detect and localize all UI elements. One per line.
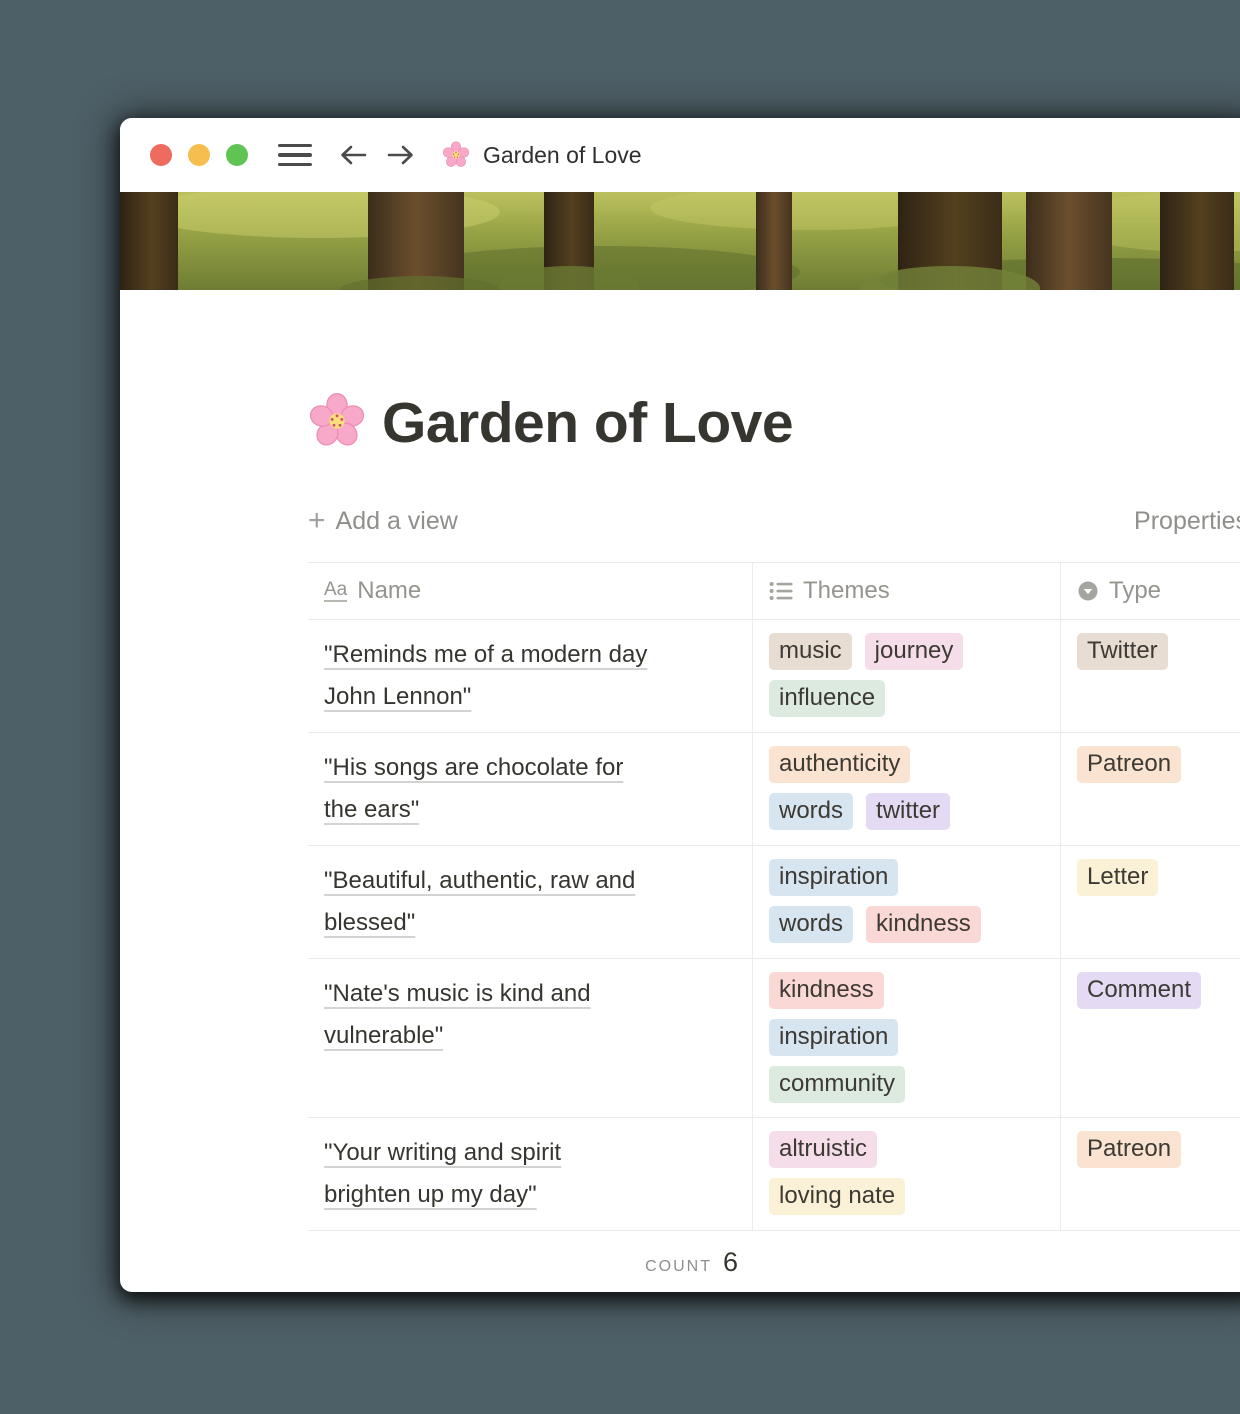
select-icon [1077, 580, 1099, 602]
count-label: COUNT [645, 1258, 712, 1276]
name-cell[interactable]: "Reminds me of a modern dayJohn Lennon" [308, 620, 752, 732]
tag-line: words twitter [769, 793, 1044, 830]
theme-tag: kindness [866, 906, 981, 943]
theme-tag: authenticity [769, 746, 910, 783]
type-cell[interactable]: Twitter [1060, 620, 1240, 732]
themes-cell[interactable]: altruistic loving nate [752, 1118, 1060, 1230]
name-cell[interactable]: "Beautiful, authentic, raw andblessed" [308, 846, 752, 958]
page-title-text[interactable]: Garden of Love [382, 390, 793, 456]
type-cell[interactable]: Patreon [1060, 1118, 1240, 1230]
tag-line: altruistic [769, 1131, 1044, 1168]
page-link-text[interactable]: "Beautiful, authentic, raw and [324, 860, 736, 902]
page-link-text[interactable]: "Reminds me of a modern day [324, 634, 736, 676]
tag-line: loving nate [769, 1178, 1044, 1215]
type-tag: Twitter [1077, 633, 1168, 670]
close-window-button[interactable] [150, 144, 172, 166]
type-cell[interactable]: Comment [1060, 959, 1240, 1117]
back-arrow-icon[interactable] [338, 143, 368, 167]
type-tag: Patreon [1077, 1131, 1181, 1168]
count-aggregate[interactable]: COUNT 6 [308, 1231, 752, 1292]
theme-tag: words [769, 793, 853, 830]
column-header-type[interactable]: Type [1060, 563, 1240, 619]
zoom-window-button[interactable] [226, 144, 248, 166]
flower-icon [308, 392, 366, 455]
cover-image-forest [120, 192, 1240, 290]
traffic-lights [150, 144, 248, 166]
tag-line: inspiration [769, 859, 1044, 896]
view-toolbar: + Add a view Properties [308, 506, 1240, 536]
add-view-label: Add a view [336, 507, 458, 536]
flower-icon [442, 141, 470, 169]
theme-tag: inspiration [769, 859, 898, 896]
sidebar-menu-icon[interactable] [278, 144, 312, 166]
page-link-text[interactable]: John Lennon" [324, 676, 736, 718]
type-cell[interactable]: Letter [1060, 846, 1240, 958]
theme-tag: twitter [866, 793, 950, 830]
page-content: Garden of Love + Add a view Properties A… [120, 390, 1240, 1292]
window-title: Garden of Love [483, 142, 642, 169]
table-row: "His songs are chocolate forthe ears"aut… [308, 733, 1240, 846]
column-label: Themes [803, 577, 890, 605]
forward-arrow-icon[interactable] [386, 143, 416, 167]
page-link-text[interactable]: "Nate's music is kind and [324, 973, 736, 1015]
count-value: 6 [723, 1247, 738, 1278]
theme-tag: inspiration [769, 1019, 898, 1056]
tag-line: community [769, 1066, 1044, 1103]
tag-line: words kindness [769, 906, 1044, 943]
column-header-name[interactable]: Aa Name [308, 563, 752, 619]
theme-tag: influence [769, 680, 885, 717]
add-view-button[interactable]: + Add a view [308, 506, 458, 536]
tag-line: authenticity [769, 746, 1044, 783]
column-header-themes[interactable]: Themes [752, 563, 1060, 619]
table-row: "Beautiful, authentic, raw andblessed"in… [308, 846, 1240, 959]
window-titlebar: Garden of Love [120, 118, 1240, 192]
page-link-text[interactable]: "Your writing and spirit [324, 1132, 736, 1174]
type-tag: Comment [1077, 972, 1201, 1009]
tag-line: inspiration [769, 1019, 1044, 1056]
table-row: "Your writing and spiritbrighten up my d… [308, 1118, 1240, 1231]
database-table: Aa Name Themes Type "Reminds me of a modern … [308, 562, 1240, 1292]
name-cell[interactable]: "Nate's music is kind andvulnerable" [308, 959, 752, 1117]
theme-tag: kindness [769, 972, 884, 1009]
theme-tag: music [769, 633, 852, 670]
plus-icon: + [308, 506, 326, 536]
name-cell[interactable]: "His songs are chocolate forthe ears" [308, 733, 752, 845]
themes-cell[interactable]: authenticity words twitter [752, 733, 1060, 845]
page-link-text[interactable]: blessed" [324, 902, 736, 944]
tag-line: music journey [769, 633, 1044, 670]
table-header-row: Aa Name Themes Type [308, 562, 1240, 620]
minimize-window-button[interactable] [188, 144, 210, 166]
tag-line: influence [769, 680, 1044, 717]
page-link-text[interactable]: vulnerable" [324, 1015, 736, 1057]
themes-cell[interactable]: music journey influence [752, 620, 1060, 732]
theme-tag: journey [865, 633, 964, 670]
themes-cell[interactable]: inspiration words kindness [752, 846, 1060, 958]
table-row: "Reminds me of a modern dayJohn Lennon"m… [308, 620, 1240, 733]
type-cell[interactable]: Patreon [1060, 733, 1240, 845]
title-icon: Aa [324, 580, 347, 603]
properties-button[interactable]: Properties [1134, 507, 1240, 536]
tag-line: kindness [769, 972, 1044, 1009]
theme-tag: altruistic [769, 1131, 877, 1168]
type-tag: Patreon [1077, 746, 1181, 783]
theme-tag: loving nate [769, 1178, 905, 1215]
desktop-background: Garden of Love [0, 0, 1240, 1414]
column-label: Name [357, 577, 421, 605]
type-tag: Letter [1077, 859, 1158, 896]
theme-tag: community [769, 1066, 905, 1103]
column-label: Type [1109, 577, 1161, 605]
table-row: "Nate's music is kind andvulnerable"kind… [308, 959, 1240, 1118]
page-title[interactable]: Garden of Love [308, 390, 1240, 456]
name-cell[interactable]: "Your writing and spiritbrighten up my d… [308, 1118, 752, 1230]
page-link-text[interactable]: "His songs are chocolate for [324, 747, 736, 789]
list-icon [769, 580, 793, 602]
page-link-text[interactable]: brighten up my day" [324, 1174, 736, 1216]
page-link-text[interactable]: the ears" [324, 789, 736, 831]
theme-tag: words [769, 906, 853, 943]
app-window: Garden of Love [120, 118, 1240, 1292]
themes-cell[interactable]: kindness inspiration community [752, 959, 1060, 1117]
